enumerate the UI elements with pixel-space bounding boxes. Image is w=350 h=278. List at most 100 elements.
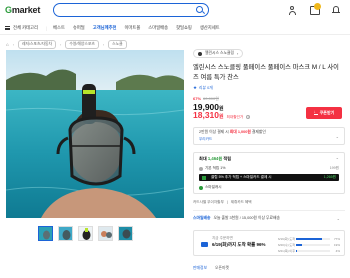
brand-shop-link[interactable]: 엘린시스 스노클링 › — [193, 49, 244, 58]
delivery-bar-track — [296, 244, 330, 246]
points-box[interactable]: 최대 1,464원 적립 ⌃ 기본 적립 1% 199원 클럽 5% 추가 적립… — [193, 152, 345, 194]
delivery-bar-track — [296, 238, 330, 240]
thumbnail-2[interactable] — [58, 226, 73, 241]
info-icon[interactable]: i — [246, 115, 251, 119]
open-market-label: 오픈마켓 — [214, 266, 229, 270]
gmarket-logo[interactable]: Gmarket — [5, 5, 40, 15]
coupon-price-unit: 원 — [219, 114, 224, 120]
card-benefit-link[interactable]: 제휴카드 혜택 — [231, 200, 252, 205]
section-divider — [193, 210, 345, 211]
seller-info-link[interactable]: 판매정보 — [193, 266, 207, 271]
nav-item-best[interactable]: 베스트 — [53, 25, 65, 31]
breadcrumb-sep: › — [102, 42, 105, 47]
reward-text: 스마일캐시 — [205, 185, 222, 189]
truck-icon — [201, 242, 208, 247]
thumbnail-strip — [38, 226, 133, 241]
nav-item-smile-delivery[interactable]: 스마일배송 — [148, 25, 168, 31]
card-info-row: 카드사별 무이자할부 | 제휴카드 혜택 — [193, 200, 345, 205]
shipping-row[interactable]: 스마일배송 오늘 출발 3천원 / 15,000원 이상 무료배송 ⌄ — [193, 216, 345, 221]
reward-text: 클럽 5% 추가 적립 + 스마일카드 결제 시 — [211, 175, 272, 179]
delivery-stats-header: 지금 주문하면 — [212, 236, 233, 240]
search-icon[interactable] — [196, 6, 203, 13]
delivery-bars: 6/19(화) 도착 77% 6/20(수) 도착 19% 6/21(목) 이후 4% — [278, 237, 340, 255]
delivery-bar-label: 6/19(화) 도착 — [278, 237, 295, 241]
thumbnail-3[interactable] — [78, 226, 93, 241]
breadcrumb-sep: › — [60, 42, 62, 47]
review-count: 리뷰 0개 — [199, 85, 213, 90]
delivery-bar-value: 19% — [333, 243, 340, 247]
discount-percent: 67% — [193, 96, 202, 101]
coupon-download-button[interactable]: 쿠폰받기 — [306, 107, 342, 119]
delivery-bar-fill — [296, 250, 298, 252]
main-nav: 전체 카테고리 | 베스트 슈퍼딜 고객님께추천 이마트몰 스마일배송 핫딜쇼핑… — [0, 22, 350, 34]
breadcrumb-item[interactable]: 수영/해양스포츠 — [65, 40, 99, 49]
card-installment-link[interactable]: 카드사별 무이자할부 — [193, 200, 224, 205]
search-input[interactable] — [53, 3, 209, 17]
nav-divider: | — [45, 25, 48, 31]
breadcrumb-sep: › — [12, 42, 14, 47]
thumbnail-1[interactable] — [38, 226, 53, 241]
breadcrumb-item[interactable]: 레저/스포츠/자동차 — [17, 40, 57, 49]
delivery-bar-value: 4% — [335, 249, 340, 253]
thumbnail-4[interactable] — [98, 226, 113, 241]
chevron-right-icon: › — [237, 51, 239, 56]
nav-item-recommend[interactable]: 고객님께추천 — [93, 25, 117, 31]
recent-icon[interactable] — [332, 6, 340, 15]
breadcrumb: ⌂ › 레저/스포츠/자동차 › 수영/해양스포츠 › 스노클 — [6, 40, 127, 49]
reward-text: 기본 적립 1% — [205, 166, 226, 170]
chevron-down-icon: ⌄ — [335, 134, 339, 139]
thumbnail-next-icon[interactable]: › — [132, 231, 134, 237]
all-categories-button[interactable]: 전체 카테고리 — [5, 25, 38, 31]
coupon-price-label: 최대할인가 — [226, 115, 244, 119]
points-suffix: 적립 — [223, 156, 232, 161]
delivery-bar-track — [296, 250, 330, 252]
card-discount-line: 2만원 이상 결제 시 최대 1,000원 결제할인 — [199, 130, 339, 135]
star-icon: ★ — [193, 85, 198, 90]
delivery-stats-title: 6/19(화)까지 도착 확률 96% — [212, 242, 266, 247]
chevron-down-icon: ⌄ — [336, 216, 340, 221]
reward-row-cash: 스마일캐시 — [199, 184, 339, 191]
chevron-up-icon: ⌃ — [335, 157, 339, 162]
reward-row-club[interactable]: 클럽 5% 추가 적립 + 스마일카드 결제 시 1,265원 — [199, 174, 339, 181]
coupon-price-value: 18,310 — [193, 110, 219, 120]
reward-dot-icon — [199, 166, 203, 171]
nav-divider-line — [0, 34, 350, 35]
card-discount-amount: 최대 1,000원 — [229, 130, 251, 134]
download-icon — [313, 109, 318, 115]
card-discount-prefix: 2만원 이상 결제 시 — [199, 130, 229, 134]
logo-text: market — [11, 5, 41, 15]
home-icon[interactable]: ⌂ — [6, 42, 9, 47]
user-icon[interactable] — [288, 6, 296, 15]
delivery-bar-row: 6/21(목) 이후 4% — [278, 249, 340, 253]
product-title: 엘린시스 스노클링 풀페이스 풀페이스 마스크 M / L 사이즈 여름 특가 … — [193, 64, 339, 81]
nav-item-gift[interactable]: 생산지세트 — [200, 25, 220, 31]
product-main-image[interactable] — [6, 50, 184, 218]
reward-dot-icon — [199, 185, 203, 190]
rating-row[interactable]: ★ 리뷰 0개 — [193, 85, 345, 91]
delivery-bar-label: 6/21(목) 이후 — [278, 249, 295, 253]
thumbnail-5[interactable] — [118, 226, 133, 241]
nav-item-hotdeal[interactable]: 핫딜쇼핑 — [176, 25, 192, 31]
all-categories-label: 전체 카테고리 — [13, 25, 38, 30]
shipping-text: 오늘 출발 3천원 / 15,000원 이상 무료배송 — [213, 216, 280, 220]
breadcrumb-item[interactable]: 스노클 — [108, 40, 127, 49]
delivery-stats-box: 지금 주문하면 6/19(화)까지 도착 확률 96% 6/19(화) 도착 77… — [193, 230, 345, 256]
logo-g: G — [5, 5, 12, 15]
reward-amount: 199원 — [329, 166, 339, 170]
club-badge-icon — [202, 175, 206, 180]
brand-name: 엘린시스 스노클링 — [205, 51, 234, 55]
nav-item-superdeal[interactable]: 슈퍼딜 — [73, 25, 85, 31]
delivery-bar-label: 6/20(수) 도착 — [278, 243, 295, 247]
card-discount-suffix: 결제할인 — [251, 130, 266, 134]
points-total: 최대 1,464원 적립 — [199, 156, 339, 162]
delivery-bar-value: 77% — [333, 237, 340, 241]
reward-amount: 1,265원 — [323, 175, 336, 179]
reward-row-basic: 기본 적립 1% 199원 — [199, 165, 339, 172]
footer-links: 판매정보 오픈마켓 — [193, 266, 345, 271]
card-discount-box[interactable]: 2만원 이상 결제 시 최대 1,000원 결제할인 우리카드 ⌄ — [193, 127, 345, 145]
delivery-bar-fill — [296, 244, 303, 246]
points-label: 최대 — [199, 156, 207, 161]
nav-item-emart[interactable]: 이마트몰 — [124, 25, 140, 31]
delivery-bar-row: 6/20(수) 도착 19% — [278, 243, 340, 247]
delivery-bar-fill — [296, 238, 323, 240]
